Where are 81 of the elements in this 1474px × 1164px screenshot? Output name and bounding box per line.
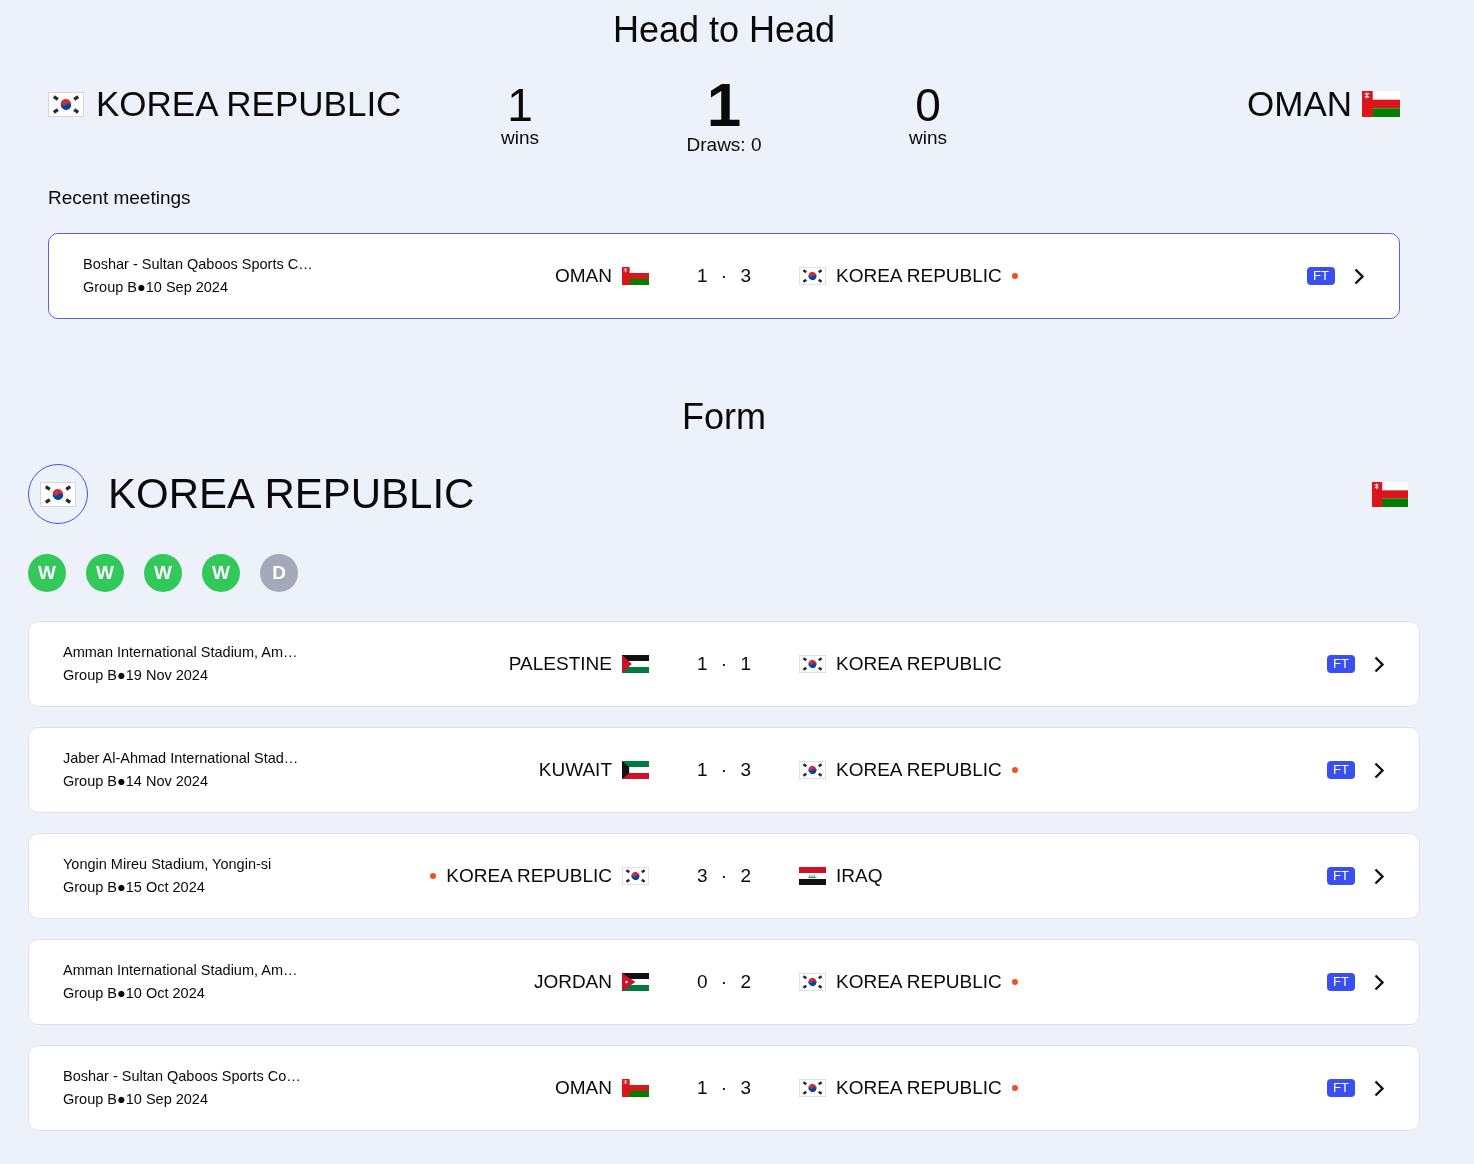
team-name: KOREA REPUBLIC [108,469,475,519]
iraq-flag-icon [799,867,826,885]
score: 3 · 2 [696,864,752,888]
section-title: Form [681,395,767,439]
match-info: Group B●10 Sep 2024 [63,1090,209,1109]
oman-flag-icon [622,1079,649,1097]
status-badge: FT [1327,655,1355,673]
chevron-right-icon [1374,761,1385,779]
venue-text: Jaber Al-Ahmad International Stad… [63,749,299,768]
result-badge: W [202,554,240,592]
jordan-flag-icon [622,973,649,991]
match-card[interactable]: Boshar - Sultan Qaboos Sports C… Group B●10 Sep 2024 OMAN 1 · 3 KOREA REPUBLIC FT [48,233,1400,319]
result-badge: W [144,554,182,592]
match-card[interactable]: Amman International Stadium, Am… Group B●10 Oct 2024 JORDAN 0 · 2 KOREA REPUBLIC FT [28,939,1420,1025]
team-name: KOREA REPUBLIC [836,970,1002,994]
chevron-right-icon [1374,1079,1385,1097]
section-heading: Recent meetings [48,186,192,210]
status-badge: FT [1327,761,1355,779]
team-name: KOREA REPUBLIC [836,1076,1002,1100]
section-title: Head to Head [611,8,837,52]
team-name: OMAN [555,1076,612,1100]
match-info: Group B●15 Oct 2024 [63,878,206,897]
team-name: KOREA REPUBLIC [446,864,612,888]
team-name: KOREA REPUBLIC [836,264,1002,288]
korea-flag-icon [799,761,826,779]
team-name: KOREA REPUBLIC [836,652,1002,676]
oman-flag-icon [622,267,649,285]
result-badge: D [260,554,298,592]
korea-flag-icon [622,867,649,885]
win-count: 1 [507,82,533,128]
status-badge: FT [1327,973,1355,991]
team-name: OMAN [555,264,612,288]
venue-text: Amman International Stadium, Am… [63,643,298,662]
status-badge: FT [1327,1079,1355,1097]
team-name: JORDAN [533,970,612,994]
score: 0 · 2 [696,970,752,994]
status-badge: FT [1327,867,1355,885]
venue-text: Yongin Mireu Stadium, Yongin-si [63,855,272,874]
korea-flag-icon [40,481,76,507]
oman-flag-icon [1372,481,1408,507]
result-badge: W [28,554,66,592]
korea-flag-icon [48,91,84,117]
team-name: OMAN [1247,86,1352,122]
draws-label: Draws: 0 [686,135,762,155]
team-name: IRAQ [836,864,883,888]
status-badge: FT [1307,267,1335,285]
match-info: Group B●10 Oct 2024 [63,984,206,1003]
korea-flag-icon [799,267,826,285]
korea-flag-icon [799,1079,826,1097]
venue-text: Boshar - Sultan Qaboos Sports C… [83,255,313,274]
match-card[interactable]: Amman International Stadium, Am… Group B●19 Nov 2024 PALESTINE 1 · 1 KOREA REPUBLIC FT [28,621,1420,707]
result-badge: W [86,554,124,592]
kuwait-flag-icon [622,761,649,779]
score: 1 · 3 [696,264,752,288]
match-info: Group B●14 Nov 2024 [63,772,209,791]
chevron-right-icon [1374,655,1385,673]
team-name: KOREA REPUBLIC [96,86,402,122]
match-info: Group B●10 Sep 2024 [83,278,229,297]
korea-flag-icon [799,655,826,673]
match-card[interactable]: Boshar - Sultan Qaboos Sports Co… Group B●10 Sep 2024 OMAN 1 · 3 KOREA REPUBLIC FT [28,1045,1420,1131]
score: 1 · 3 [696,758,752,782]
win-count: 0 [915,82,941,128]
chevron-right-icon [1354,267,1365,285]
score: 1 · 1 [696,652,752,676]
match-card[interactable]: Jaber Al-Ahmad International Stad… Group B●14 Nov 2024 KUWAIT 1 · 3 KOREA REPUBLIC FT [28,727,1420,813]
team-name: KUWAIT [538,758,612,782]
match-card[interactable]: Yongin Mireu Stadium, Yongin-si Group B●15 Oct 2024 KOREA REPUBLIC 3 · 2 IRAQ FT [28,833,1420,919]
team-name: KOREA REPUBLIC [836,758,1002,782]
wins-label: wins [909,128,947,148]
venue-text: Amman International Stadium, Am… [63,961,298,980]
chevron-right-icon [1374,867,1385,885]
match-info: Group B●19 Nov 2024 [63,666,209,685]
score: 1 · 3 [696,1076,752,1100]
chevron-right-icon [1374,973,1385,991]
palestine-flag-icon [622,655,649,673]
oman-flag-icon [1362,91,1400,117]
korea-flag-icon [799,973,826,991]
wins-label: wins [501,128,539,148]
venue-text: Boshar - Sultan Qaboos Sports Co… [63,1067,301,1086]
team-name: PALESTINE [508,652,612,676]
match-count: 1 [706,74,742,136]
